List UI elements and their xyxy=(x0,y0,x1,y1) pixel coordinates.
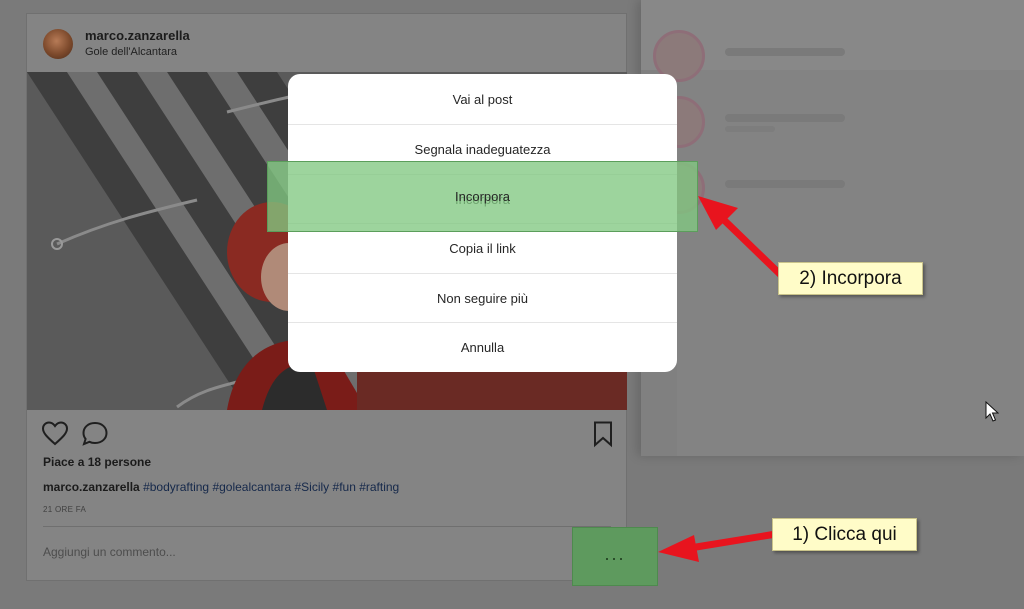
avatar[interactable] xyxy=(43,29,73,59)
embed-highlight-label[interactable]: Incorpora xyxy=(268,162,697,231)
sidebar-story-item[interactable] xyxy=(653,90,1003,150)
heart-icon[interactable] xyxy=(41,420,69,448)
post-header: marco.zanzarella Gole dell'Alcantara xyxy=(27,14,626,72)
sidebar-item-sub xyxy=(725,126,775,132)
post-username[interactable]: marco.zanzarella xyxy=(85,28,190,43)
callout-step-1: 1) Clicca qui xyxy=(772,518,917,551)
speech-bubble-icon[interactable] xyxy=(81,420,109,448)
mouse-cursor-icon xyxy=(985,401,999,422)
comment-input[interactable] xyxy=(43,545,563,559)
menu-item-cancel[interactable]: Annulla xyxy=(288,322,677,372)
more-options-button[interactable]: ... xyxy=(572,527,658,586)
post-actions xyxy=(27,420,626,456)
divider xyxy=(43,526,611,527)
likes-count[interactable]: Piace a 18 persone xyxy=(43,455,151,469)
sidebar-story-item[interactable] xyxy=(653,24,1003,84)
sidebar xyxy=(641,0,1024,456)
post-caption: marco.zanzarella #bodyrafting #golealcan… xyxy=(43,480,399,494)
ellipsis-icon: ... xyxy=(604,543,626,564)
caption-username[interactable]: marco.zanzarella xyxy=(43,480,140,494)
sidebar-item-name xyxy=(725,114,845,122)
sidebar-story-item[interactable] xyxy=(653,156,1003,216)
menu-item-unfollow[interactable]: Non seguire più xyxy=(288,273,677,323)
bookmark-icon[interactable] xyxy=(589,420,617,448)
sidebar-item-name xyxy=(725,48,845,56)
caption-hashtags[interactable]: #bodyrafting #golealcantara #Sicily #fun… xyxy=(143,480,399,494)
menu-item-go-to-post[interactable]: Vai al post xyxy=(288,74,677,124)
post-location[interactable]: Gole dell'Alcantara xyxy=(85,46,177,58)
post-timestamp[interactable]: 21 ORE FA xyxy=(43,505,86,514)
callout-step-2: 2) Incorpora xyxy=(778,262,923,295)
sidebar-item-name xyxy=(725,180,845,188)
embed-highlight: Incorpora xyxy=(267,161,698,232)
